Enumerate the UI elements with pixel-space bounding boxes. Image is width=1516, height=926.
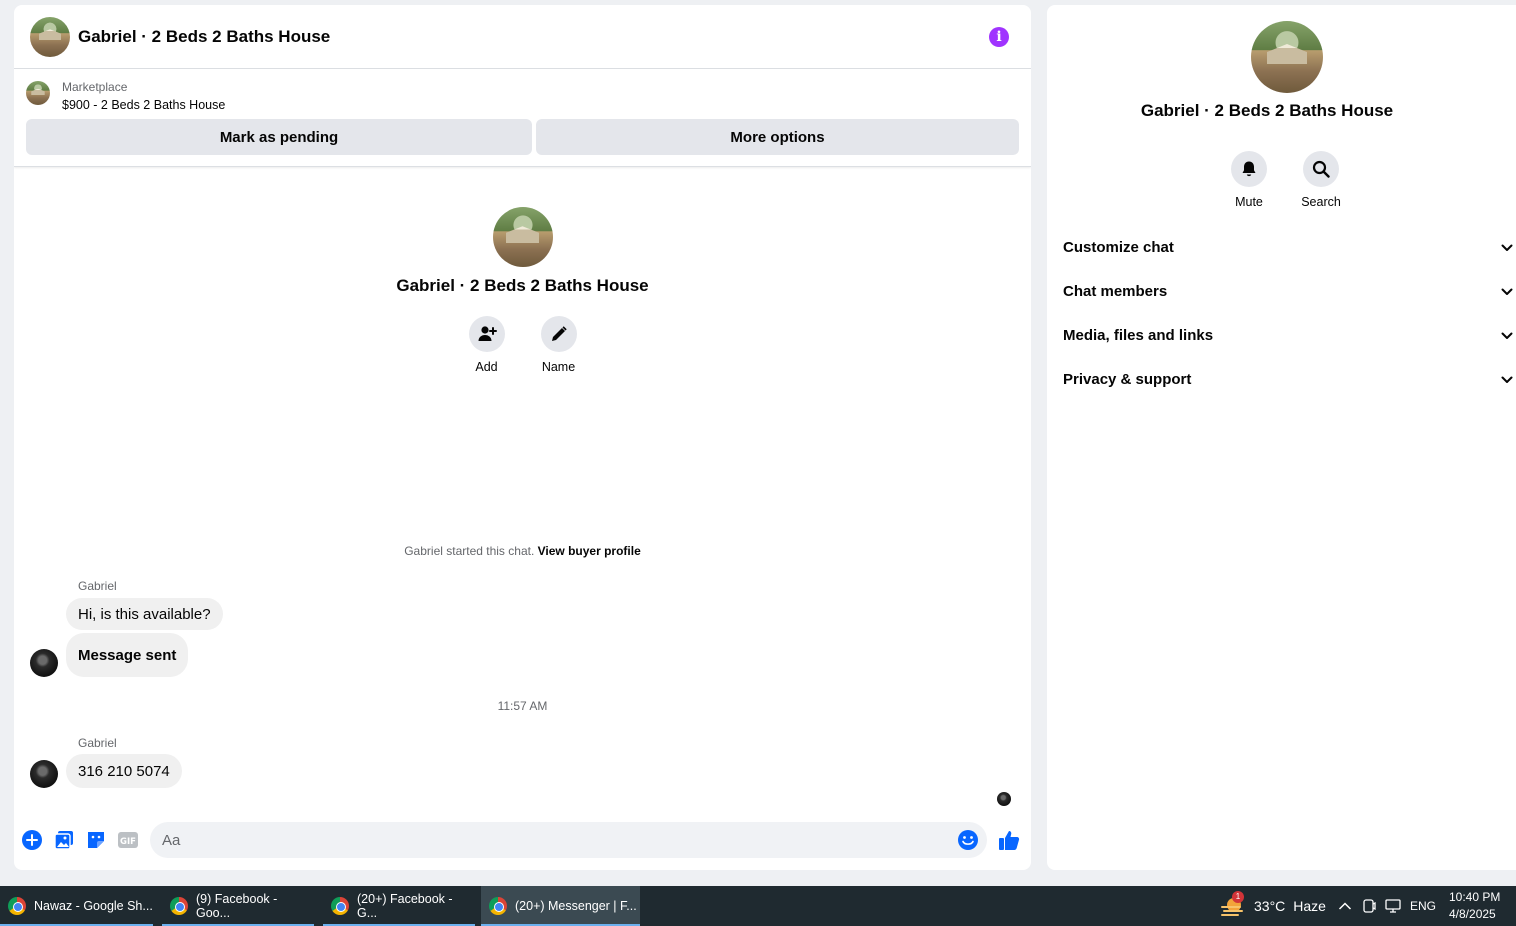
details-name: Gabriel · 2 Beds 2 Baths House: [1047, 101, 1516, 121]
section-privacy-support[interactable]: Privacy & support: [1063, 357, 1513, 401]
section-media-files-links[interactable]: Media, files and links: [1063, 313, 1513, 357]
intro-avatar[interactable]: [492, 207, 553, 267]
add-label: Add: [475, 360, 498, 374]
chrome-icon: [8, 897, 26, 915]
show-hidden-icons[interactable]: [1338, 886, 1352, 926]
pencil-icon[interactable]: [540, 316, 577, 352]
mute-action[interactable]: Mute: [1231, 151, 1267, 209]
message-input-container[interactable]: [150, 822, 987, 858]
more-options-button[interactable]: More options: [536, 119, 1019, 155]
seen-indicator-avatar: [997, 792, 1011, 806]
sender-avatar[interactable]: [30, 649, 58, 677]
gif-icon[interactable]: GIF: [117, 829, 139, 851]
message-bubble[interactable]: Message sent: [66, 633, 189, 677]
taskbar-item-label: (20+) Messenger | F...: [515, 899, 637, 913]
taskbar-item-label: (9) Facebook - Goo...: [196, 892, 278, 920]
taskbar-item-label: (20+) Facebook - G...: [357, 892, 453, 920]
network-icon[interactable]: [1385, 886, 1401, 926]
clock-date: 4/8/2025: [1449, 907, 1496, 921]
clock-time: 10:40 PM: [1449, 890, 1501, 904]
language-indicator[interactable]: ENG: [1410, 886, 1436, 926]
intro-actions: Add Name: [14, 316, 1031, 374]
sender-avatar[interactable]: [30, 760, 58, 788]
marketplace-banner: Marketplace $900 - 2 Beds 2 Baths House …: [14, 69, 1031, 167]
photo-icon[interactable]: [53, 829, 75, 851]
section-label: Media, files and links: [1063, 326, 1214, 344]
taskbar-item-google-sheets[interactable]: Nawaz - Google Sh...: [0, 886, 153, 926]
view-buyer-profile-link[interactable]: View buyer profile: [538, 544, 641, 558]
section-label: Privacy & support: [1063, 370, 1192, 388]
message-sender: Gabriel: [78, 579, 117, 593]
plus-icon[interactable]: [21, 829, 43, 851]
weather-temp: 33°C: [1254, 898, 1286, 914]
info-icon[interactable]: i: [989, 27, 1009, 47]
listing-actions: Mark as pending More options: [26, 119, 1019, 155]
weather-widget[interactable]: 1 33°C Haze: [1220, 886, 1326, 926]
chevron-down-icon: [1501, 327, 1513, 344]
details-name-text: Gabriel · 2 Beds 2 Baths House: [1140, 101, 1394, 120]
conversation-details-panel: Gabriel · 2 Beds 2 Baths House Mute Sear…: [1047, 5, 1516, 870]
windows-taskbar: Nawaz - Google Sh... (9) Facebook - Goo.…: [0, 886, 1516, 926]
section-chat-members[interactable]: Chat members: [1063, 269, 1513, 313]
details-actions: Mute Search: [1231, 151, 1341, 209]
weather-badge: 1: [1232, 891, 1244, 903]
listing-title[interactable]: $900 - 2 Beds 2 Baths House: [62, 98, 225, 112]
search-action[interactable]: Search: [1301, 151, 1341, 209]
sticker-icon[interactable]: [85, 829, 107, 851]
conversation-avatar[interactable]: [30, 16, 70, 57]
chrome-icon: [331, 897, 349, 915]
chat-panel: Gabriel · 2 Beds 2 Baths House i Marketp…: [14, 5, 1031, 870]
chevron-down-icon: [1501, 239, 1513, 256]
weather-icon: 1: [1220, 891, 1246, 917]
taskbar-item-facebook-2[interactable]: (20+) Facebook - G...: [323, 886, 475, 926]
taskbar-item-facebook-1[interactable]: (9) Facebook - Goo...: [162, 886, 314, 926]
intro-name: Gabriel · 2 Beds 2 Baths House: [396, 276, 649, 295]
emoji-icon[interactable]: [957, 829, 979, 851]
search-icon[interactable]: [1303, 151, 1339, 187]
thumbs-up-icon[interactable]: [997, 828, 1021, 852]
name-label: Name: [541, 360, 576, 374]
search-label: Search: [1301, 195, 1341, 209]
chevron-down-icon: [1501, 371, 1513, 388]
section-label: Customize chat: [1063, 238, 1174, 256]
mark-as-pending-button[interactable]: Mark as pending: [26, 119, 532, 155]
taskbar-item-messenger[interactable]: (20+) Messenger | F...: [481, 886, 640, 926]
started-text: Gabriel started this chat.: [404, 544, 535, 558]
chat-started-notice: Gabriel started this chat. View buyer pr…: [14, 544, 1031, 558]
listing-thumbnail[interactable]: [26, 81, 50, 105]
gif-label: GIF: [120, 837, 136, 847]
meet-now-icon[interactable]: [1362, 886, 1376, 926]
clock[interactable]: 10:40 PM 4/8/2025: [1449, 886, 1500, 926]
weather-condition: Haze: [1293, 898, 1326, 914]
message-bubble[interactable]: Hi, is this available?: [66, 598, 223, 630]
chevron-down-icon: [1501, 283, 1513, 300]
bell-icon[interactable]: [1231, 151, 1267, 187]
message-sender: Gabriel: [78, 736, 117, 750]
add-action[interactable]: Add: [468, 316, 505, 374]
message-input[interactable]: [162, 831, 942, 849]
section-label: Chat members: [1063, 282, 1168, 300]
message-bubble[interactable]: 316 210 5074: [66, 754, 182, 788]
add-person-icon[interactable]: [468, 316, 505, 352]
message-composer: GIF: [14, 819, 1031, 863]
chat-header: Gabriel · 2 Beds 2 Baths House i: [14, 5, 1031, 69]
name-action[interactable]: Name: [540, 316, 577, 374]
section-customize-chat[interactable]: Customize chat: [1063, 225, 1513, 269]
conversation-title[interactable]: Gabriel · 2 Beds 2 Baths House: [78, 27, 330, 47]
details-avatar[interactable]: [1251, 21, 1323, 93]
taskbar-item-label: Nawaz - Google Sh...: [34, 899, 153, 913]
chrome-icon: [489, 897, 507, 915]
mute-label: Mute: [1235, 195, 1263, 209]
conversation-intro: Gabriel · 2 Beds 2 Baths House Add Name: [14, 207, 1031, 374]
message-timestamp: 11:57 AM: [497, 699, 548, 713]
chevron-up-icon: [1338, 902, 1352, 910]
chrome-icon: [170, 897, 188, 915]
marketplace-label: Marketplace: [62, 80, 128, 94]
